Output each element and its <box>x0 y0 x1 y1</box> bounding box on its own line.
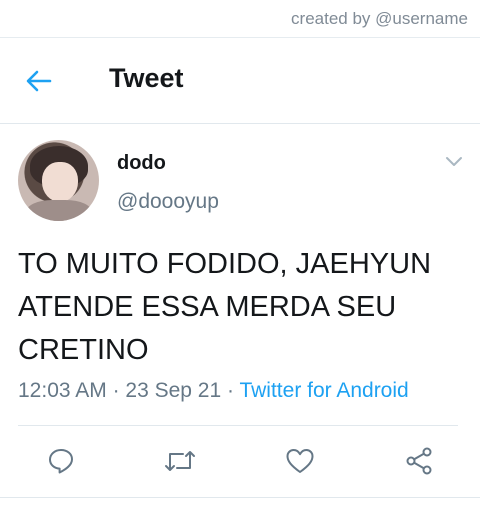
arrow-left-icon <box>26 70 52 92</box>
chevron-down-icon <box>446 157 462 166</box>
app-header: Tweet <box>0 38 480 124</box>
tweet-source-link[interactable]: Twitter for Android <box>239 379 408 402</box>
share-icon <box>406 447 432 475</box>
meta-separator: · <box>227 379 240 402</box>
heart-icon <box>286 449 314 473</box>
tweet-actions <box>0 443 480 479</box>
page-title: Tweet <box>109 63 184 93</box>
avatar[interactable] <box>18 140 99 221</box>
retweet-button[interactable] <box>162 443 198 479</box>
divider <box>18 425 458 426</box>
share-button[interactable] <box>401 443 437 479</box>
tweet-menu-button[interactable] <box>442 152 466 172</box>
user-handle[interactable]: @doooyup <box>117 190 219 214</box>
meta-separator: · <box>112 379 126 402</box>
back-button[interactable] <box>22 65 56 97</box>
retweet-icon <box>165 451 195 471</box>
user-display-name[interactable]: dodo <box>117 152 166 175</box>
tweet-text: TO MUITO FODIDO, JAEHYUN ATENDE ESSA MER… <box>18 248 432 366</box>
divider <box>0 497 480 498</box>
tweet-meta: 12:03 AM · 23 Sep 21 · Twitter for Andro… <box>18 379 409 403</box>
reply-button[interactable] <box>43 443 79 479</box>
tweet-date: 23 Sep 21 <box>125 379 222 402</box>
reply-icon <box>49 449 73 474</box>
tweet-time: 12:03 AM <box>18 379 107 402</box>
watermark-credit: created by @username <box>291 9 468 28</box>
like-button[interactable] <box>282 443 318 479</box>
